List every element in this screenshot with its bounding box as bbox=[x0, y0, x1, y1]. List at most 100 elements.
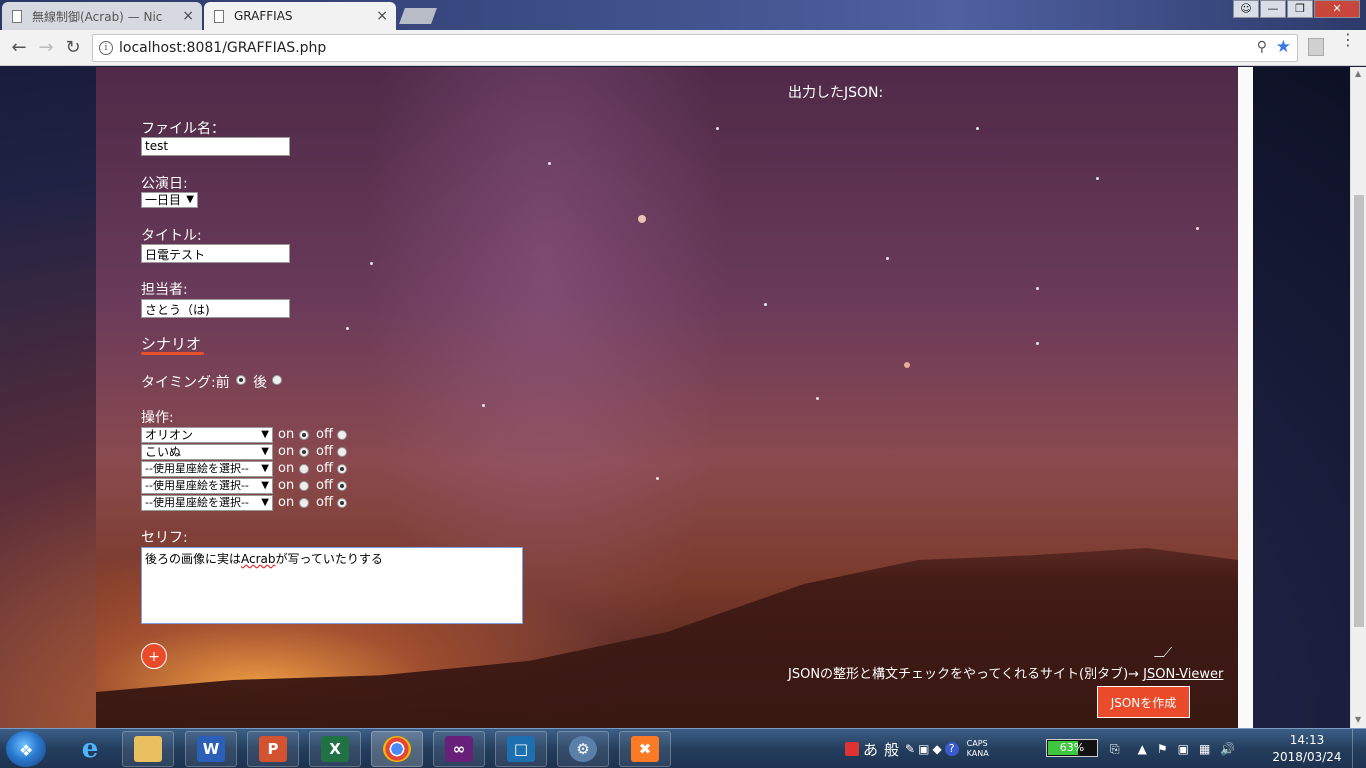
star bbox=[482, 404, 485, 407]
excel-icon[interactable]: X bbox=[309, 731, 361, 767]
forward-arrow-icon[interactable]: → bbox=[35, 37, 57, 59]
scroll-down-icon[interactable]: ▼ bbox=[1355, 715, 1361, 724]
person-input[interactable]: さとう（は) bbox=[141, 299, 290, 318]
network-icon[interactable]: ▦ bbox=[1199, 742, 1210, 756]
file-explorer-icon[interactable] bbox=[122, 731, 174, 767]
constellation-select[interactable]: オリオン ▼ bbox=[141, 427, 273, 443]
internet-explorer-icon[interactable]: e bbox=[64, 731, 116, 767]
constellation-select-value: --使用星座絵を選択-- bbox=[145, 462, 249, 475]
clock[interactable]: 14:13 2018/03/24 bbox=[1272, 732, 1342, 766]
user-profile-icon[interactable]: ☺ bbox=[1233, 0, 1259, 18]
title-input[interactable]: 日電テスト bbox=[141, 244, 290, 263]
back-arrow-icon[interactable]: ← bbox=[8, 37, 30, 59]
tab-close-icon[interactable]: × bbox=[376, 8, 388, 24]
line-textarea[interactable]: 後ろの画像に実はAcrabが写っていたりする bbox=[141, 547, 523, 624]
on-radio[interactable] bbox=[299, 430, 309, 440]
off-radio[interactable] bbox=[337, 430, 347, 440]
off-label: off bbox=[316, 427, 333, 442]
scroll-up-icon[interactable]: ▲ bbox=[1355, 69, 1361, 78]
visual-studio-icon[interactable]: ∞ bbox=[433, 731, 485, 767]
show-desktop-button[interactable] bbox=[1352, 729, 1366, 768]
restore-icon[interactable]: ❐ bbox=[1287, 0, 1313, 18]
constellation-select[interactable]: --使用星座絵を選択-- ▼ bbox=[141, 478, 273, 494]
date-select-value: 一日目 bbox=[145, 193, 182, 207]
minimize-icon[interactable]: — bbox=[1260, 0, 1286, 18]
ime-hiragana[interactable]: あ bbox=[863, 739, 878, 760]
start-button[interactable]: ❖ bbox=[6, 731, 46, 767]
scrollbar-thumb[interactable] bbox=[1354, 195, 1364, 627]
tab-acrab[interactable]: 無線制御(Acrab) — Nic × bbox=[2, 2, 202, 30]
power-plug-icon[interactable]: ⎘ bbox=[1110, 742, 1120, 757]
filename-label: ファイル名： bbox=[141, 121, 225, 137]
address-bar[interactable]: i localhost:8081/GRAFFIAS.php ⚲ ★ bbox=[92, 34, 1298, 62]
action-center-flag-icon[interactable]: ⚑ bbox=[1157, 742, 1168, 756]
add-scenario-button[interactable]: + bbox=[141, 643, 167, 669]
ime-tool-icon[interactable]: ✎ bbox=[905, 742, 915, 756]
on-radio[interactable] bbox=[299, 447, 309, 457]
off-radio[interactable] bbox=[337, 447, 347, 457]
ime-icon[interactable] bbox=[845, 742, 859, 756]
timing-after-radio[interactable] bbox=[272, 375, 282, 385]
constellation-select-value: こいぬ bbox=[145, 445, 182, 459]
window-close-icon[interactable]: ✕ bbox=[1314, 0, 1360, 18]
window-scrollbar[interactable]: ▲ ▼ bbox=[1350, 67, 1366, 728]
timing-before-radio[interactable] bbox=[236, 375, 246, 385]
word-icon[interactable]: W bbox=[185, 731, 237, 767]
timing-after-label: 後 bbox=[253, 375, 267, 391]
constellation-select-value: オリオン bbox=[145, 428, 194, 442]
clock-date: 2018/03/24 bbox=[1272, 750, 1342, 764]
ime-settings-icon[interactable]: ◆ bbox=[932, 742, 941, 756]
star bbox=[548, 162, 551, 165]
filename-input[interactable]: test bbox=[141, 137, 290, 156]
line-label: セリフ: bbox=[141, 530, 188, 546]
chevron-down-icon: ▼ bbox=[261, 497, 269, 508]
constellation-select[interactable]: --使用星座絵を選択-- ▼ bbox=[141, 495, 273, 511]
date-label: 公演日: bbox=[141, 176, 188, 192]
windows-taskbar: ❖ e W P X ∞ □ ⚙ ✖ あ 般 ✎ ▣ ◆ ? CAPS KANA 6… bbox=[0, 728, 1366, 768]
star-icon[interactable]: ★ bbox=[1276, 37, 1291, 57]
constellation-select[interactable]: --使用星座絵を選択-- ▼ bbox=[141, 461, 273, 477]
url-path: :8081/GRAFFIAS.php bbox=[181, 40, 327, 56]
off-label: off bbox=[316, 478, 333, 493]
json-viewer-link[interactable]: JSON-Viewer bbox=[1143, 667, 1223, 682]
chevron-down-icon: ▼ bbox=[261, 480, 269, 491]
network-settings-icon[interactable]: ⚙ bbox=[557, 731, 609, 767]
on-radio[interactable] bbox=[299, 481, 309, 491]
show-hidden-icons[interactable]: ▲ bbox=[1138, 742, 1147, 756]
pdf-extension-icon[interactable] bbox=[1308, 38, 1324, 56]
off-radio[interactable] bbox=[337, 481, 347, 491]
app-window-icon[interactable]: □ bbox=[495, 731, 547, 767]
new-tab-button[interactable] bbox=[399, 8, 437, 24]
tab-close-icon[interactable]: × bbox=[182, 8, 194, 24]
tab-graffias[interactable]: GRAFFIAS × bbox=[204, 2, 396, 30]
tab-title: GRAFFIAS bbox=[234, 9, 293, 23]
off-label: off bbox=[316, 444, 333, 459]
battery-meter[interactable]: 63% bbox=[1046, 739, 1098, 757]
volume-icon[interactable]: 🔊 bbox=[1220, 742, 1235, 756]
ime-mode[interactable]: 般 bbox=[884, 739, 899, 760]
on-radio[interactable] bbox=[299, 464, 309, 474]
constellation-select[interactable]: こいぬ ▼ bbox=[141, 444, 273, 460]
create-json-button[interactable]: JSONを作成 bbox=[1097, 686, 1190, 718]
chevron-down-icon: ▼ bbox=[261, 463, 269, 474]
info-icon[interactable]: i bbox=[99, 41, 113, 55]
date-select[interactable]: 一日目 ▼ bbox=[141, 192, 198, 208]
page-scrollbar[interactable] bbox=[1238, 67, 1253, 728]
menu-icon[interactable]: ⋮ bbox=[1340, 32, 1356, 48]
xampp-icon[interactable]: ✖ bbox=[619, 731, 671, 767]
off-radio[interactable] bbox=[337, 464, 347, 474]
constellation-select-value: --使用星座絵を選択-- bbox=[145, 496, 249, 509]
device-icon[interactable]: ▣ bbox=[1178, 742, 1189, 756]
url-text[interactable]: localhost:8081/GRAFFIAS.php bbox=[119, 40, 326, 56]
scenario-underline bbox=[141, 352, 204, 355]
chevron-down-icon: ▼ bbox=[186, 194, 194, 205]
window-controls: ☺ — ❐ ✕ bbox=[1232, 0, 1360, 20]
reload-icon[interactable]: ↻ bbox=[62, 37, 84, 59]
powerpoint-icon[interactable]: P bbox=[247, 731, 299, 767]
help-icon[interactable]: ? bbox=[944, 742, 959, 756]
ime-dictionary-icon[interactable]: ▣ bbox=[918, 742, 929, 756]
off-radio[interactable] bbox=[337, 498, 347, 508]
chrome-icon[interactable] bbox=[371, 731, 423, 767]
on-radio[interactable] bbox=[299, 498, 309, 508]
zoom-icon[interactable]: ⚲ bbox=[1257, 39, 1267, 55]
